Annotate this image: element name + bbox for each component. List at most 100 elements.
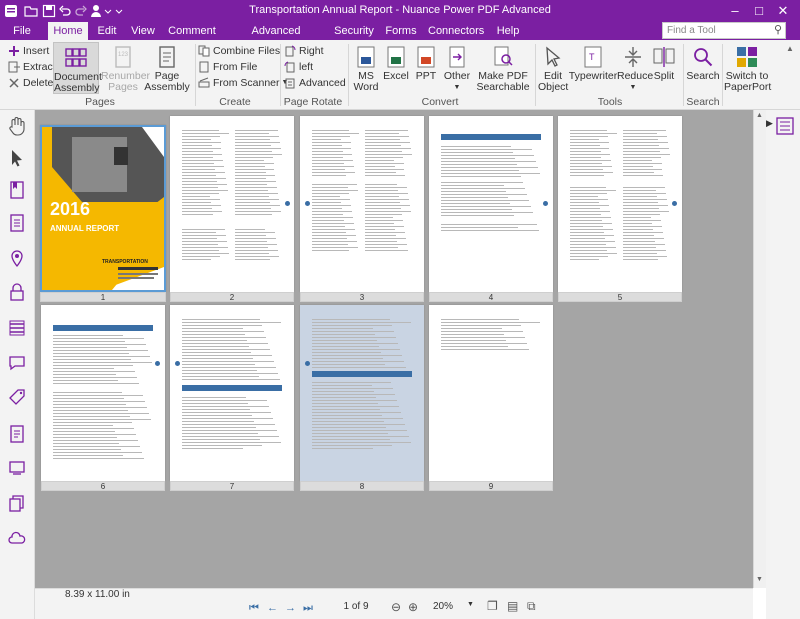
page-indicator-input[interactable]: 1 of 9 [325, 601, 387, 612]
zoom-out-icon[interactable]: ⊖ [391, 600, 401, 614]
from-scanner-button[interactable]: From Scanner ▼ [198, 75, 288, 90]
minimize-button[interactable]: – [724, 2, 746, 20]
text-line [182, 256, 220, 257]
single-page-icon[interactable]: ❐ [487, 599, 498, 613]
page-thumbnail-7[interactable] [170, 305, 294, 481]
text-line [441, 346, 508, 347]
typewriter-button[interactable]: T Typewriter [568, 45, 618, 82]
maximize-button[interactable]: □ [748, 2, 770, 20]
fit-width-icon[interactable]: ▤ [507, 599, 518, 613]
text-line [53, 437, 117, 438]
zoom-dropdown-icon[interactable]: ▼ [467, 601, 474, 608]
tab-advanced-processing[interactable]: Advanced Processing [226, 22, 326, 55]
text-line [570, 208, 601, 209]
tab-connectors[interactable]: Connectors [428, 22, 484, 40]
hand-tool-icon[interactable] [8, 116, 26, 136]
last-page-icon[interactable]: ⏭ [303, 602, 313, 615]
text-line [182, 445, 262, 446]
pages-panel-icon[interactable] [8, 213, 26, 233]
tab-security[interactable]: Security [334, 22, 374, 40]
tab-comment[interactable]: Comment [166, 22, 218, 40]
search-button[interactable]: Search [686, 45, 720, 82]
edit-object-button[interactable]: Edit Object [538, 45, 568, 93]
close-button[interactable]: ✕ [772, 2, 794, 20]
ppt-button[interactable]: PPT [412, 45, 440, 82]
from-file-button[interactable]: From File [198, 59, 257, 74]
split-icon [653, 47, 675, 67]
tab-help[interactable]: Help [494, 22, 522, 40]
forms-icon[interactable] [8, 458, 26, 478]
delete-button[interactable]: Delete [8, 75, 53, 90]
previous-page-icon[interactable]: ← [267, 602, 278, 614]
tab-forms[interactable]: Forms [384, 22, 418, 40]
text-line [53, 443, 119, 444]
text-line [182, 418, 273, 419]
document-properties-icon[interactable] [8, 424, 26, 444]
text-line [570, 151, 601, 152]
tab-view[interactable]: View [126, 22, 160, 40]
panel-expand-icon[interactable]: ▶ [766, 118, 773, 129]
vertical-scrollbar[interactable]: ▲ ▼ [753, 110, 766, 588]
text-line [623, 232, 663, 233]
document-assembly-button[interactable]: Document Assembly [53, 42, 102, 94]
bookmark-panel-icon[interactable] [8, 180, 26, 200]
text-line [365, 175, 406, 176]
tag-icon[interactable] [8, 388, 26, 408]
text-line [365, 214, 403, 215]
scroll-down-icon[interactable]: ▼ [756, 576, 763, 583]
page-thumbnail-1[interactable]: 2016 ANNUAL REPORT TRANSPORTATION [40, 125, 166, 292]
lock-icon[interactable] [8, 282, 26, 302]
two-page-icon[interactable]: ⧉ [527, 599, 536, 614]
page-thumbnail-8[interactable] [300, 305, 424, 481]
excel-button[interactable]: Excel [382, 45, 410, 82]
text-line [365, 157, 403, 158]
reduce-button[interactable]: Reduce ▼ [617, 45, 653, 93]
rotate-advanced-button[interactable]: Advanced [284, 75, 346, 90]
make-searchable-button[interactable]: Make PDF Searchable [475, 45, 531, 93]
properties-panel-icon[interactable] [775, 116, 795, 136]
page-thumbnail-6[interactable] [41, 305, 165, 481]
find-tool-input[interactable]: Find a Tool ⚲ [662, 22, 786, 39]
page-assembly-button[interactable]: Page Assembly [144, 45, 190, 93]
page-thumbnail-4[interactable] [429, 116, 553, 292]
text-line [441, 343, 527, 344]
location-icon[interactable] [8, 248, 26, 268]
zoom-in-icon[interactable]: ⊕ [408, 600, 418, 614]
rotate-right-button[interactable]: Right [284, 43, 324, 58]
select-tool-icon[interactable] [8, 148, 26, 168]
insert-button[interactable]: Insert [8, 43, 49, 58]
split-button[interactable]: Split [650, 45, 678, 82]
page-thumbnail-9[interactable] [429, 305, 553, 481]
page-thumbnail-5[interactable] [558, 116, 682, 292]
excel-label: Excel [383, 70, 409, 82]
first-page-icon[interactable]: ⏮ [249, 602, 259, 615]
layers-icon[interactable] [8, 318, 26, 338]
text-line [312, 430, 407, 431]
cloud-icon[interactable] [8, 528, 26, 548]
scroll-up-icon[interactable]: ▲ [756, 112, 763, 119]
tab-file[interactable]: File [6, 22, 38, 40]
collapse-ribbon-icon[interactable]: ▲ [786, 44, 794, 53]
combine-files-button[interactable]: Combine Files [198, 43, 280, 58]
stack-icon[interactable] [8, 493, 26, 513]
extract-label: Extract [23, 60, 56, 73]
switch-to-paperport-button[interactable]: Switch to PaperPort [724, 45, 772, 93]
page-thumbnail-2[interactable] [170, 116, 294, 292]
rotate-left-button[interactable]: left [284, 59, 313, 74]
text-line [182, 253, 229, 254]
tab-home[interactable]: Home [48, 22, 88, 40]
zoom-level[interactable]: 20% [433, 601, 453, 612]
comments-icon[interactable] [8, 353, 26, 373]
switch-label-2: PaperPort [724, 81, 772, 93]
text-line [182, 160, 224, 161]
other-button[interactable]: Other ▼ [442, 45, 472, 93]
page-thumbnail-3[interactable] [300, 116, 424, 292]
text-line [312, 187, 349, 188]
text-line [235, 211, 282, 212]
tab-edit[interactable]: Edit [92, 22, 122, 40]
extract-button[interactable]: Extract [8, 59, 56, 74]
next-page-icon[interactable]: → [285, 602, 296, 614]
ms-word-button[interactable]: MS Word [352, 45, 380, 93]
renumber-pages-button[interactable]: 123 Renumber Pages [101, 45, 150, 93]
text-line [365, 190, 399, 191]
